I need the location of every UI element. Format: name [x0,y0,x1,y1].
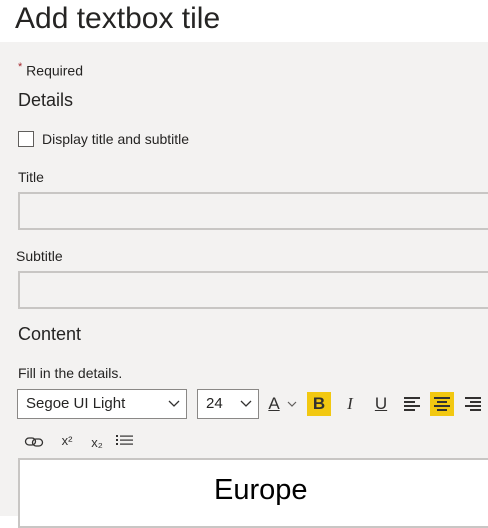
link-icon[interactable] [24,433,44,451]
italic-button[interactable]: I [338,392,362,416]
chevron-down-icon [168,390,180,428]
title-label: Title [18,169,44,185]
align-right-icon[interactable] [461,392,485,416]
subscript-icon[interactable]: x₂ [87,435,107,450]
bold-button[interactable]: B [307,392,331,416]
chevron-down-icon [240,390,252,428]
list-icon[interactable] [116,434,134,448]
required-note: * Required [18,61,83,79]
display-title-checkbox-label[interactable]: Display title and subtitle [42,131,189,147]
align-center-icon[interactable] [430,392,454,416]
page-title: Add textbox tile [15,2,221,35]
details-heading: Details [18,90,74,110]
content-heading: Content [18,324,82,344]
font-family-dropdown[interactable]: Segoe UI Light [17,389,187,419]
superscript-icon[interactable]: x² [57,433,77,448]
required-star: * [18,61,23,73]
editor-text[interactable]: Europe [214,474,308,507]
title-input[interactable] [18,192,488,230]
underline-button[interactable]: U [369,392,393,416]
header: Add textbox tile [0,0,488,42]
chevron-down-icon[interactable] [286,392,298,416]
subtitle-label: Subtitle [16,248,63,264]
align-left-icon[interactable] [400,392,424,416]
fill-label: Fill in the details. [18,365,123,381]
font-size-dropdown[interactable]: 24 [197,389,259,419]
font-family-value: Segoe UI Light [26,395,126,412]
font-color-icon[interactable]: A [262,392,286,416]
display-title-checkbox[interactable] [18,131,34,147]
font-size-value: 24 [206,395,223,412]
subtitle-input[interactable] [18,271,488,309]
required-label: Required [26,62,83,79]
